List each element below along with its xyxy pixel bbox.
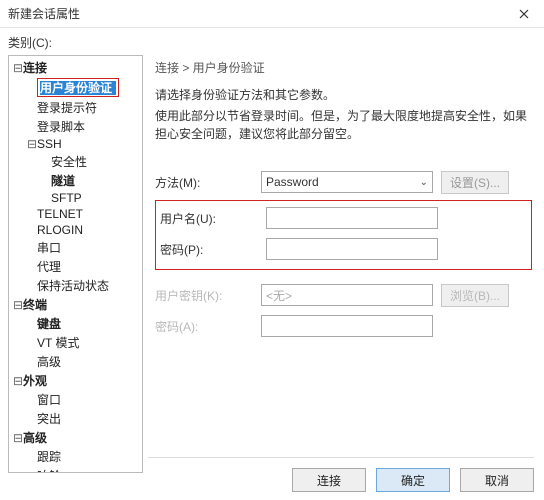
passphrase-label: 密码(A):	[155, 318, 261, 335]
main-panel: 连接 > 用户身份验证 请选择身份验证方法和其它参数。 使用此部分以节省登录时间…	[149, 55, 544, 473]
tree-item[interactable]: 用户身份验证	[9, 77, 142, 98]
tree-label: 连接	[23, 61, 47, 75]
tree-item[interactable]: ⊟高级	[9, 428, 142, 447]
userkey-label: 用户密钥(K):	[155, 287, 261, 304]
expander-icon: ⊟	[13, 374, 23, 388]
tree-label: 登录提示符	[37, 101, 97, 115]
cancel-button[interactable]: 取消	[460, 468, 534, 492]
passphrase-input	[261, 315, 433, 337]
chevron-down-icon: ⌄	[420, 177, 428, 188]
tree-item[interactable]: 隧道	[9, 171, 142, 190]
tree-item[interactable]: 保持活动状态	[9, 276, 142, 295]
tree-item[interactable]: RLOGIN	[9, 222, 142, 238]
ok-button[interactable]: 确定	[376, 468, 450, 492]
tree-label: 安全性	[51, 155, 87, 169]
close-icon	[519, 9, 529, 19]
tree-label: 突出	[37, 412, 61, 426]
tree-item[interactable]: 登录脚本	[9, 117, 142, 136]
passphrase-row: 密码(A):	[155, 313, 532, 339]
titlebar: 新建会话属性	[0, 0, 544, 28]
tree-item[interactable]: 响铃	[9, 466, 142, 473]
password-input[interactable]	[266, 238, 438, 260]
tree-item[interactable]: 突出	[9, 409, 142, 428]
tree-label: 窗口	[37, 393, 61, 407]
method-dropdown[interactable]: Password ⌄	[261, 171, 433, 193]
tree-item[interactable]: 登录提示符	[9, 98, 142, 117]
tree-label: VT 模式	[37, 336, 79, 350]
footer-separator	[148, 457, 534, 458]
tree-label: 键盘	[37, 317, 61, 331]
tree-label: 用户身份验证	[40, 81, 116, 95]
expander-icon: ⊟	[13, 431, 23, 445]
window-title: 新建会话属性	[8, 5, 80, 22]
tree-label: SFTP	[51, 191, 82, 205]
expander-icon: ⊟	[27, 137, 37, 151]
connect-button[interactable]: 连接	[292, 468, 366, 492]
browse-button: 浏览(B)...	[441, 284, 509, 307]
highlight-box: 用户身份验证	[37, 78, 119, 97]
password-row: 密码(P):	[160, 236, 527, 262]
tree-item[interactable]: 安全性	[9, 152, 142, 171]
intro-line-2: 使用此部分以节省登录时间。但是，为了最大限度地提高安全性，如果担心安全问题，建议…	[155, 107, 532, 143]
expander-icon: ⊟	[13, 298, 23, 312]
tree-item[interactable]: ⊟SSH	[9, 136, 142, 152]
userkey-row: 用户密钥(K): <无> 浏览(B)...	[155, 282, 532, 308]
footer-buttons: 连接 确定 取消	[292, 468, 534, 492]
tree-item[interactable]: ⊟终端	[9, 295, 142, 314]
tree-item[interactable]: ⊟连接	[9, 58, 142, 77]
method-label: 方法(M):	[155, 174, 261, 191]
tree-item[interactable]: 串口	[9, 238, 142, 257]
method-row: 方法(M): Password ⌄ 设置(S)...	[155, 169, 532, 195]
settings-button[interactable]: 设置(S)...	[441, 171, 509, 194]
tree-label: 代理	[37, 260, 61, 274]
expander-icon: ⊟	[13, 61, 23, 75]
tree-label: 隧道	[51, 174, 75, 188]
tree-label: 高级	[23, 431, 47, 445]
category-tree[interactable]: ⊟连接用户身份验证登录提示符登录脚本⊟SSH安全性隧道SFTPTELNETRLO…	[8, 55, 143, 473]
tree-label: 登录脚本	[37, 120, 85, 134]
credentials-highlight: 用户名(U): 密码(P):	[155, 200, 532, 270]
body-area: ⊟连接用户身份验证登录提示符登录脚本⊟SSH安全性隧道SFTPTELNETRLO…	[0, 55, 544, 473]
tree-label: SSH	[37, 137, 62, 151]
tree-label: 响铃	[37, 469, 61, 473]
tree-item[interactable]: TELNET	[9, 206, 142, 222]
tree-item[interactable]: 键盘	[9, 314, 142, 333]
tree-label: 外观	[23, 374, 47, 388]
breadcrumb: 连接 > 用户身份验证	[155, 59, 532, 76]
category-label: 类别(C):	[0, 28, 544, 55]
tree-label: 终端	[23, 298, 47, 312]
tree-label: 串口	[37, 241, 61, 255]
password-label: 密码(P):	[160, 241, 266, 258]
username-input[interactable]	[266, 207, 438, 229]
tree-label: RLOGIN	[37, 223, 83, 237]
userkey-value: <无>	[261, 284, 433, 306]
tree-item[interactable]: ⊟外观	[9, 371, 142, 390]
tree-label: 保持活动状态	[37, 279, 109, 293]
tree-item[interactable]: 跟踪	[9, 447, 142, 466]
tree-label: 跟踪	[37, 450, 61, 464]
username-label: 用户名(U):	[160, 210, 266, 227]
tree-item[interactable]: VT 模式	[9, 333, 142, 352]
tree-item[interactable]: SFTP	[9, 190, 142, 206]
username-row: 用户名(U):	[160, 205, 527, 231]
tree-item[interactable]: 代理	[9, 257, 142, 276]
tree-item[interactable]: 高级	[9, 352, 142, 371]
tree-label: 高级	[37, 355, 61, 369]
tree-label: TELNET	[37, 207, 83, 221]
tree-item[interactable]: 窗口	[9, 390, 142, 409]
method-value: Password	[266, 175, 319, 189]
close-button[interactable]	[504, 0, 544, 28]
intro-line-1: 请选择身份验证方法和其它参数。	[155, 86, 532, 103]
